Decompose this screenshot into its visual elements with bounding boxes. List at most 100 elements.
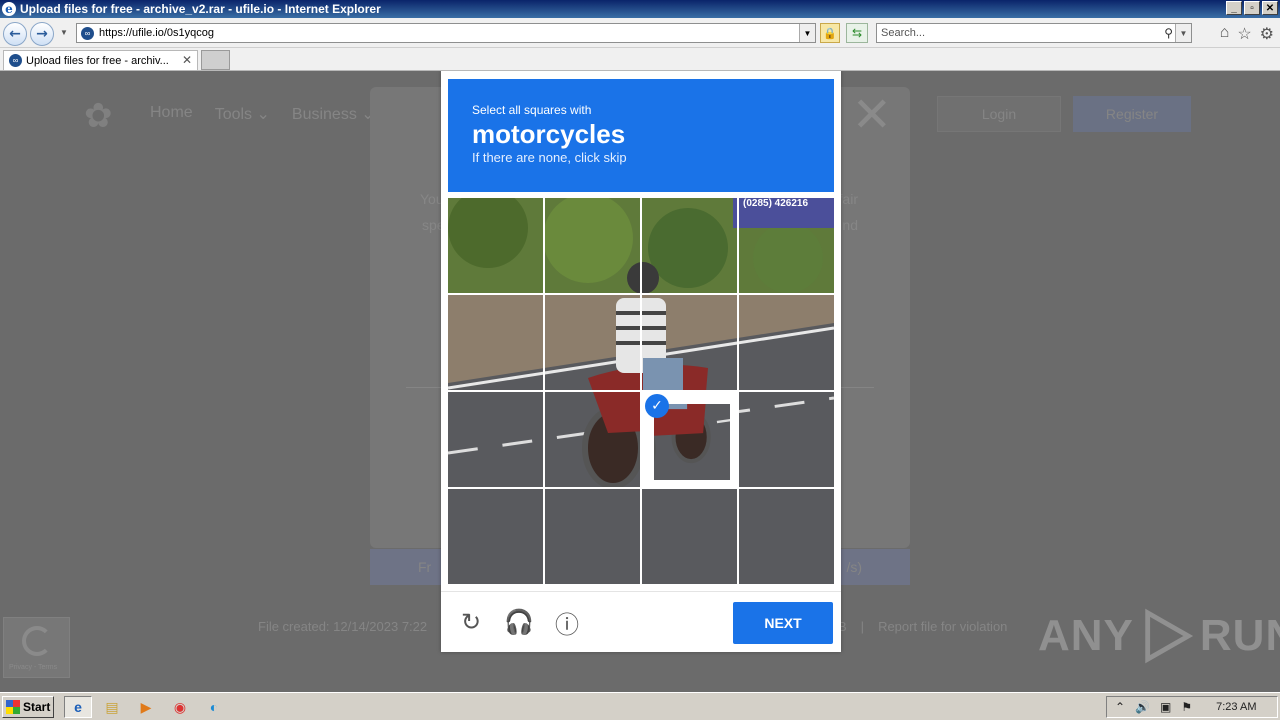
minimize-button[interactable]: _ [1226,1,1242,15]
captcha-hint: If there are none, click skip [472,150,627,165]
captcha-tile[interactable]: (0285) 426216 [739,295,834,390]
window-title: Upload files for free - archive_v2.rar -… [20,2,381,16]
lock-icon[interactable]: 🔒 [820,23,840,43]
search-dropdown-icon[interactable]: ▼ [1175,24,1191,42]
site-favicon-icon: ∞ [81,27,94,40]
search-icon[interactable]: ⚲ [1164,26,1173,40]
modal-text: fair [838,191,858,207]
windows-flag-icon [6,700,20,714]
flag-icon[interactable]: ⚑ [1181,700,1192,714]
captcha-tile[interactable]: (0285) 426216 [448,392,543,487]
watermark-right: RUN [1199,611,1280,660]
info-icon[interactable]: ⓘ [553,608,581,639]
captcha-header: Select all squares with motorcycles If t… [448,79,834,192]
nav-business[interactable]: Business ⌄ [292,104,375,124]
recaptcha-badge-text: Privacy - Terms [9,664,58,671]
tab-close-icon[interactable]: ✕ [182,53,192,67]
captcha-tile[interactable]: (0285) 426216 [642,295,737,390]
footer-links: B | Report file for violation [838,619,1007,634]
refresh-icon[interactable]: ⇆ [846,23,868,43]
history-dropdown-icon[interactable]: ▼ [60,28,68,37]
volume-icon[interactable]: 🔊 [1135,700,1150,714]
next-button[interactable]: NEXT [733,602,833,644]
browser-tools: ⌂ ☆ ⚙ [1220,24,1274,44]
close-icon[interactable]: ✕ [852,87,892,143]
arrow-left-icon: ← [9,26,21,42]
modal-text: nd [842,217,858,233]
captcha-tile[interactable]: (0285) 426216 [739,489,834,584]
login-button[interactable]: Login [937,96,1061,132]
nav-home[interactable]: Home [150,104,193,124]
browser-tabbar: ∞ Upload files for free - archiv... ✕ [0,48,1280,71]
captcha-tile[interactable]: (0285) 426216 [739,392,834,487]
recaptcha-logo-icon [22,626,52,656]
media-player-taskbar-icon[interactable]: ▶ [132,696,160,718]
network-icon[interactable]: ▣ [1160,700,1171,714]
arrow-right-icon: → [36,26,48,42]
refresh-challenge-icon[interactable]: ↻ [457,608,485,636]
checkmark-icon: ✓ [645,394,669,418]
site-nav: Home Tools ⌄ Business ⌄ [150,104,375,124]
captcha-instruction: Select all squares with [472,103,592,117]
captcha-tile[interactable]: (0285) 426216 [545,392,640,487]
page-content: ✿ Home Tools ⌄ Business ⌄ Login Register… [0,71,1280,692]
report-link[interactable]: Report file for violation [878,619,1007,634]
headphones-icon[interactable]: 🎧 [504,608,534,636]
home-icon[interactable]: ⌂ [1220,24,1230,44]
close-window-button[interactable]: ✕ [1262,1,1278,15]
chrome-taskbar-icon[interactable]: ◉ [166,696,194,718]
register-button[interactable]: Register [1073,96,1191,132]
address-dropdown-icon[interactable]: ▼ [799,24,815,42]
search-placeholder: Search... [881,27,926,39]
new-tab-button[interactable] [201,50,230,70]
captcha-footer: ↻ 🎧 ⓘ NEXT [441,591,841,652]
ie-logo-icon: e [2,2,16,16]
folder-taskbar-icon[interactable]: ▤ [98,696,126,718]
download-label-right: /s) [846,559,862,575]
back-button[interactable]: ← [3,22,27,46]
download-label-left: Fr [418,559,432,575]
recaptcha-badge[interactable]: Privacy - Terms [3,617,70,678]
captcha-tile[interactable]: (0285) 426216 [642,489,737,584]
captcha-tile[interactable]: (0285) 426216 [545,198,640,293]
ie-taskbar-icon[interactable]: e [64,696,92,718]
edge-taskbar-icon[interactable]: ◐ [200,696,228,718]
address-bar[interactable]: ∞ https://ufile.io/0s1yqcog ▼ [76,23,816,43]
restore-button[interactable]: ▫ [1244,1,1260,15]
captcha-tile[interactable]: (0285) 426216 [545,295,640,390]
captcha-challenge: Select all squares with motorcycles If t… [441,71,841,652]
address-url[interactable]: https://ufile.io/0s1yqcog [99,27,214,39]
start-button[interactable]: Start [2,696,54,718]
captcha-tile[interactable]: (0285) 426216 [448,198,543,293]
watermark-left: ANY [1038,611,1134,660]
tab-title: Upload files for free - archiv... [26,54,169,67]
gear-icon[interactable]: ⚙ [1260,24,1274,44]
clock[interactable]: 7:23 AM [1216,701,1256,713]
captcha-tile[interactable]: ✓(0285) 426216 [642,392,737,487]
favorites-star-icon[interactable]: ☆ [1237,24,1251,44]
tile-image: (0285) 426216 [654,404,730,480]
tray-expand-icon[interactable]: ⌃ [1115,700,1125,714]
system-tray: ⌃ 🔊 ▣ ⚑ 7:23 AM [1106,696,1278,718]
anyrun-watermark: ANY RUN [1038,607,1280,665]
captcha-tile[interactable]: (0285) 426216 [545,489,640,584]
taskbar: Start e ▤ ▶ ◉ ◐ ⌃ 🔊 ▣ ⚑ 7:23 AM [0,692,1280,720]
svg-text:(0285) 426216: (0285) 426216 [743,198,808,209]
browser-navbar: ← → ▼ ∞ https://ufile.io/0s1yqcog ▼ 🔒 ⇆ … [0,18,1280,48]
start-label: Start [23,700,51,714]
search-input[interactable]: Search... ⚲ ▼ [876,23,1192,43]
captcha-tile[interactable]: (0285) 426216 [642,198,737,293]
tab-favicon-icon: ∞ [9,54,22,67]
site-logo-icon[interactable]: ✿ [84,96,132,135]
captcha-tile[interactable]: (0285) 426216 [739,198,834,293]
browser-tab[interactable]: ∞ Upload files for free - archiv... ✕ [3,50,198,70]
forward-button[interactable]: → [30,22,54,46]
play-icon [1145,608,1194,664]
nav-tools[interactable]: Tools ⌄ [215,104,270,124]
file-created-text: File created: 12/14/2023 7:22 [258,619,428,634]
window-titlebar: e Upload files for free - archive_v2.rar… [0,0,1280,18]
captcha-tile[interactable]: (0285) 426216 [448,489,543,584]
captcha-grid: (0285) 426216(0285) 426216(0285) 426216(… [448,198,834,584]
captcha-tile[interactable]: (0285) 426216 [448,295,543,390]
footer-separator: | [860,619,865,634]
